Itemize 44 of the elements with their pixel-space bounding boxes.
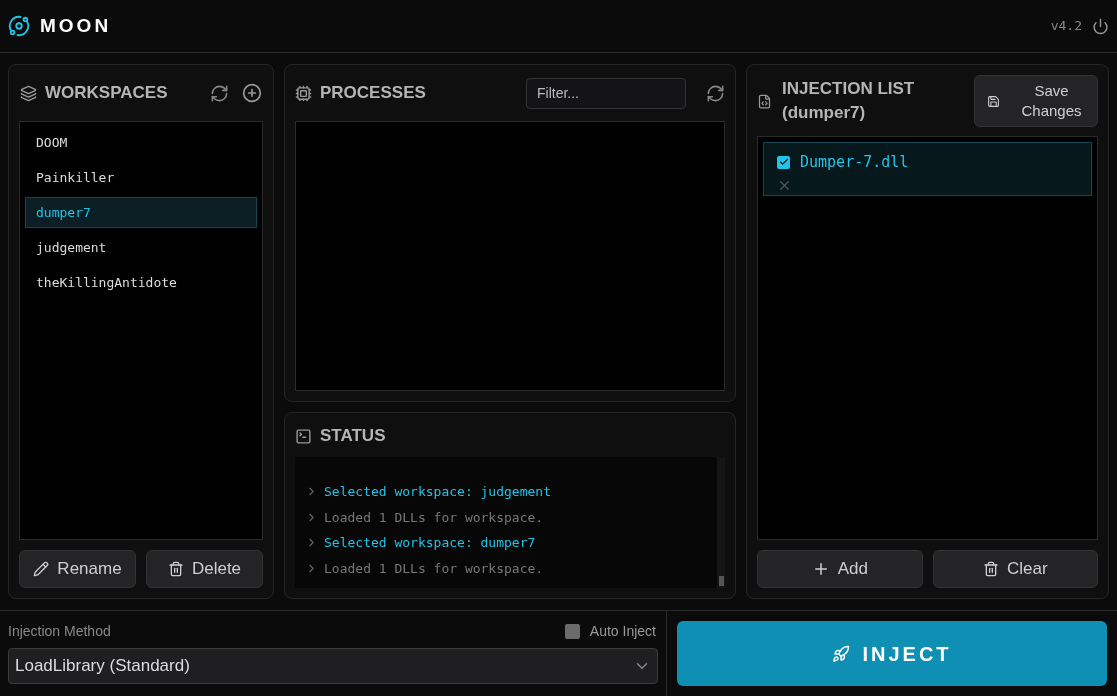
rename-button[interactable]: Rename: [19, 550, 136, 588]
version-label: v4.2: [1050, 17, 1082, 36]
checkbox[interactable]: [777, 155, 790, 169]
panel-title: WORKSPACES: [45, 82, 168, 105]
refresh-icon[interactable]: [210, 83, 229, 103]
delete-button[interactable]: Delete: [146, 550, 263, 588]
dll-item[interactable]: Dumper-7.dll: [763, 142, 1092, 196]
log-line: Selected workspace: dumper7: [324, 534, 536, 552]
pencil-icon: [33, 561, 50, 577]
save-icon: [987, 94, 1000, 108]
terminal-icon: [295, 427, 312, 445]
chip-icon: [295, 84, 312, 102]
trash-icon: [982, 561, 999, 577]
scrollbar[interactable]: [717, 457, 725, 588]
log-line: Loaded 1 DLLs for workspace.: [324, 508, 544, 527]
refresh-icon[interactable]: [706, 83, 725, 103]
filter-field[interactable]: Filter...: [526, 77, 686, 109]
power-icon[interactable]: [1092, 17, 1109, 35]
code-file-icon: [757, 93, 772, 109]
save-changes-button[interactable]: Save Changes: [974, 75, 1098, 127]
checkbox[interactable]: [564, 624, 580, 639]
dll-name: Dumper-7.dll: [800, 152, 909, 173]
trash-icon: [167, 561, 184, 577]
panel-title: PROCESSES: [320, 82, 426, 105]
workspace-item[interactable]: Painkiller: [25, 162, 257, 193]
app-title: MOON: [40, 13, 112, 38]
log-line: Loaded 1 DLLs for workspace.: [324, 559, 544, 578]
workspace-item[interactable]: DOOM: [25, 127, 257, 158]
panel-title: STATUS: [320, 425, 386, 448]
clear-button[interactable]: Clear: [932, 550, 1098, 588]
rocket-icon: [832, 644, 851, 663]
panel-title: INJECTION LIST (dumper7): [782, 78, 915, 124]
planet-icon: [8, 15, 30, 37]
injection-method-dropdown[interactable]: LoadLibrary (Standard): [8, 648, 658, 684]
add-button[interactable]: Add: [757, 550, 923, 588]
inject-button[interactable]: INJECT: [677, 621, 1107, 686]
log-line: Selected workspace: judgement: [324, 483, 551, 501]
add-circle-icon[interactable]: [242, 83, 262, 103]
field-label: Injection Method: [8, 622, 111, 641]
workspace-item[interactable]: judgement: [25, 232, 257, 263]
checkbox-label: Auto Inject: [589, 622, 656, 641]
workspace-item[interactable]: dumper7: [25, 197, 257, 228]
layers-icon: [20, 84, 37, 102]
workspace-item[interactable]: theKillingAntidote: [25, 267, 257, 298]
